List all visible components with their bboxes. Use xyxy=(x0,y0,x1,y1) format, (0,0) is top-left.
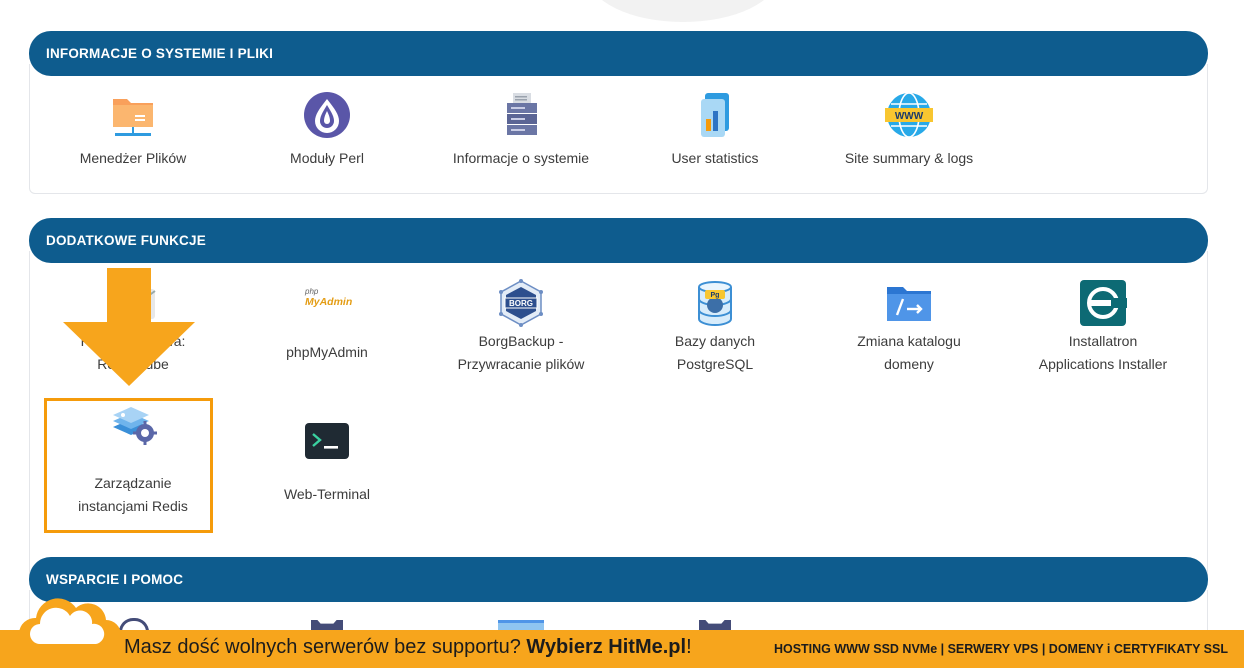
banner-text-prefix: Masz dość wolnych serwerów bez supportu? xyxy=(124,636,521,658)
tile-borgbackup[interactable]: BORG BorgBackup - Przywracanie plików xyxy=(424,251,618,391)
tile-label: Applications Installer xyxy=(1038,356,1168,372)
tile-redis-instances[interactable]: Zarządzanie instancjami Redis xyxy=(36,391,230,525)
tile-perl-modules[interactable]: Moduły Perl xyxy=(230,64,424,194)
section-header[interactable]: WSPARCIE I POMOC xyxy=(29,557,1208,602)
redis-stack-gear-icon xyxy=(113,407,157,445)
tile-label: domeny xyxy=(884,356,934,372)
folder-arrow-icon xyxy=(887,287,931,321)
borg-backup-icon: BORG xyxy=(499,279,543,327)
php-small-text: php xyxy=(305,287,319,296)
tile-label: Site summary & logs xyxy=(844,150,974,166)
tile-label: BorgBackup - xyxy=(478,333,564,349)
globe-www-icon: WWW xyxy=(885,92,933,138)
statistics-chart-icon xyxy=(701,93,729,137)
section-system-info: INFORMACJE O SYSTEMIE I PLIKI Menedżer P… xyxy=(29,31,1208,194)
section-title: WSPARCIE I POMOC xyxy=(46,572,184,587)
tile-label: phpMyAdmin xyxy=(286,344,368,360)
postgresql-database-icon: Pg xyxy=(698,281,732,327)
promo-banner[interactable]: Masz dość wolnych serwerów bez supportu?… xyxy=(0,598,1244,668)
tile-label: Menedżer Plików xyxy=(79,150,187,166)
cloud-logo-icon xyxy=(18,598,121,650)
php-main-text: MyAdmin xyxy=(305,296,353,308)
section-title: DODATKOWE FUNKCJE xyxy=(46,233,206,248)
banner-text-suffix: ! xyxy=(686,636,692,658)
tile-label: User statistics xyxy=(671,150,759,166)
server-printer-icon xyxy=(507,93,537,135)
svg-text:Pg: Pg xyxy=(711,292,720,299)
section-title: INFORMACJE O SYSTEMIE I PLIKI xyxy=(46,46,274,61)
tile-label: instancjami Redis xyxy=(78,498,188,514)
banner-services: HOSTING WWW SSD NVMe | SERWERY VPS | DOM… xyxy=(773,642,1228,656)
folder-network-icon xyxy=(113,99,153,136)
installatron-icon xyxy=(1080,280,1127,326)
tile-label: Bazy danych xyxy=(674,333,756,349)
tile-system-info[interactable]: Informacje o systemie xyxy=(424,64,618,194)
tile-label: Installatron xyxy=(1068,333,1138,349)
section-extra-features: DODATKOWE FUNKCJE Poczta Webowa: Roundcu… xyxy=(29,218,1208,579)
tile-label: PostgreSQL xyxy=(676,356,754,372)
tile-change-domain-directory[interactable]: Zmiana katalogu domeny xyxy=(812,251,1006,391)
banner-brand: Wybierz HitMe.pl xyxy=(526,636,687,658)
banner-text: Masz dość wolnych serwerów bez supportu?… xyxy=(124,636,692,659)
tile-file-manager[interactable]: Menedżer Plików xyxy=(36,64,230,194)
section-body: Menedżer Plików Moduły Perl Informacje o… xyxy=(29,64,1208,194)
perl-onion-icon xyxy=(304,92,350,138)
section-body: Poczta Webowa: Roundcube php MyAdmin php… xyxy=(29,251,1208,579)
tile-phpmyadmin[interactable]: php MyAdmin phpMyAdmin xyxy=(230,251,424,391)
svg-text:WWW: WWW xyxy=(895,111,924,122)
tile-label: Zarządzanie xyxy=(94,475,172,491)
tile-postgresql[interactable]: Pg Bazy danych PostgreSQL xyxy=(618,251,812,391)
tile-label: Przywracanie plików xyxy=(457,356,585,372)
section-header[interactable]: DODATKOWE FUNKCJE xyxy=(29,218,1208,263)
tile-label: Moduły Perl xyxy=(290,150,364,166)
tile-label: Web-Terminal xyxy=(283,486,371,502)
tile-label: Zmiana katalogu xyxy=(857,333,961,349)
tile-installatron[interactable]: Installatron Applications Installer xyxy=(1006,251,1200,391)
tile-user-statistics[interactable]: User statistics xyxy=(618,64,812,194)
down-arrow-icon xyxy=(63,268,195,386)
tile-label: Informacje o systemie xyxy=(452,150,590,166)
tile-web-terminal[interactable]: Web-Terminal xyxy=(230,391,424,525)
phpmyadmin-logo-icon: php MyAdmin xyxy=(297,287,357,317)
top-decoration xyxy=(588,0,778,22)
svg-text:BORG: BORG xyxy=(509,299,533,308)
section-header[interactable]: INFORMACJE O SYSTEMIE I PLIKI xyxy=(29,31,1208,76)
terminal-icon xyxy=(305,423,349,459)
tile-site-summary[interactable]: WWW Site summary & logs xyxy=(812,64,1006,194)
